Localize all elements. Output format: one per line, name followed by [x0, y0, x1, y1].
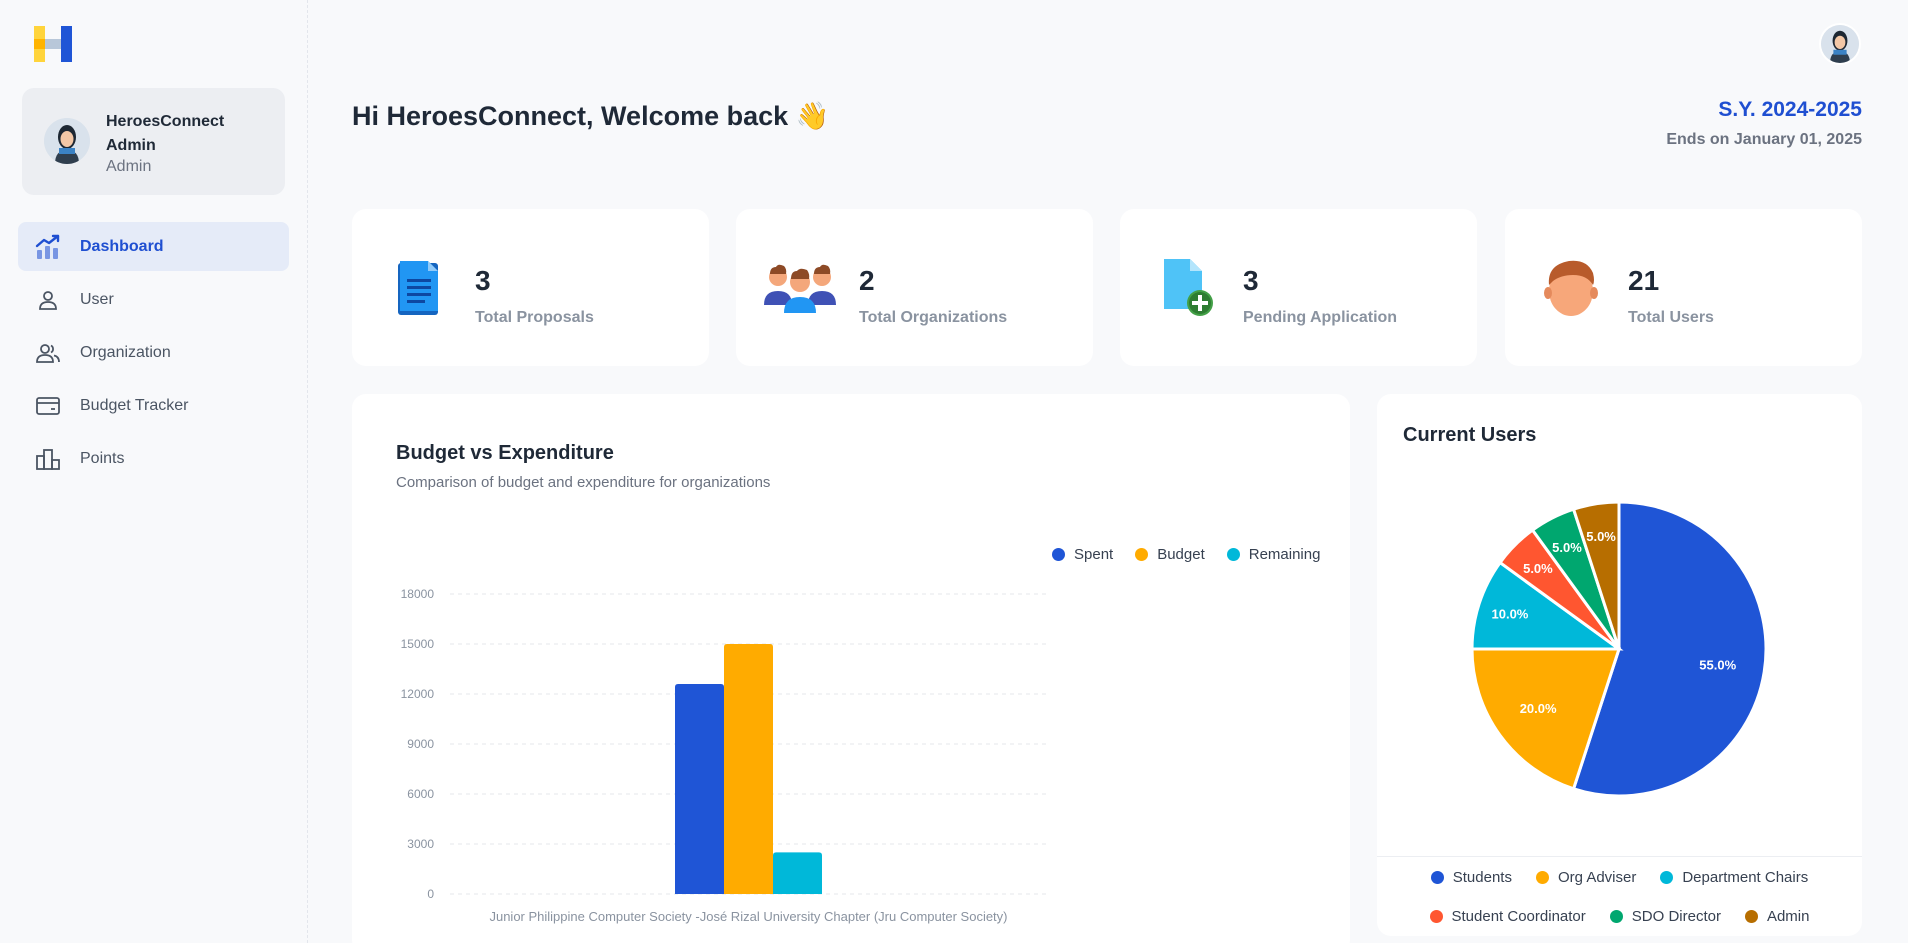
new-file-icon: [1164, 259, 1213, 316]
sidebar-item-user[interactable]: User: [18, 275, 289, 324]
podium-icon: [34, 445, 62, 473]
budget-chart-panel: Budget vs Expenditure Comparison of budg…: [352, 394, 1350, 943]
legend-dot: [1660, 871, 1674, 884]
legend-label: Org Adviser: [1557, 869, 1637, 886]
y-tick-label: 0: [427, 887, 434, 901]
sidebar-nav: Dashboard User Organization Budget Track…: [18, 222, 289, 487]
legend-item-org-adviser[interactable]: Org Adviser: [1535, 869, 1637, 886]
bar-budget[interactable]: [724, 644, 773, 894]
legend-label: Department Chairs: [1682, 869, 1809, 886]
legend-dot: [1744, 910, 1758, 923]
pie-legend-row-2: Student Coordinator SDO Director Admin: [1377, 908, 1862, 925]
profile-role: Admin: [106, 158, 152, 175]
group-icon: [764, 264, 836, 313]
stat-value: 3: [475, 265, 491, 296]
stat-value: 3: [1243, 265, 1259, 296]
logo-icon[interactable]: [34, 26, 72, 62]
stat-card-organizations[interactable]: 2 Total Organizations: [736, 209, 1093, 366]
y-tick-label: 18000: [401, 587, 435, 601]
legend-item-department-chairs[interactable]: Department Chairs: [1660, 869, 1808, 886]
face-icon: [1544, 260, 1598, 316]
legend-dot: [1535, 871, 1549, 884]
profile-card[interactable]: HeroesConnect Admin Admin: [22, 88, 285, 195]
sidebar-item-label: Points: [80, 449, 125, 467]
stat-label: Pending Application: [1243, 309, 1398, 326]
legend-label: Admin: [1766, 908, 1810, 925]
legend-item-student-coordinator[interactable]: Student Coordinator: [1429, 908, 1586, 925]
sidebar-item-budget-tracker[interactable]: Budget Tracker: [18, 381, 289, 430]
school-year-end: Ends on January 01, 2025: [1666, 131, 1862, 148]
pie-legend-row-1: Students Org Adviser Department Chairs: [1377, 869, 1862, 886]
sidebar: HeroesConnect Admin Admin Dashboard User…: [0, 0, 308, 943]
stat-label: Total Proposals: [475, 309, 594, 326]
stat-value: 2: [859, 265, 875, 296]
legend-label: SDO Director: [1631, 908, 1721, 925]
sidebar-item-label: Dashboard: [80, 237, 164, 255]
pie-value-label: 5.0%: [1586, 529, 1616, 544]
legend-dot: [1430, 871, 1444, 884]
pie-value-label: 20.0%: [1520, 701, 1557, 716]
stat-value: 21: [1628, 265, 1660, 296]
legend-label: Students: [1452, 869, 1512, 886]
profile-name: HeroesConnect Admin: [106, 113, 225, 154]
account-avatar[interactable]: [1821, 25, 1859, 63]
welcome-heading: Hi HeroesConnect, Welcome back 👋: [352, 101, 830, 131]
legend-item-admin[interactable]: Admin: [1744, 908, 1810, 925]
legend-dot: [1429, 910, 1443, 923]
stat-card-pending[interactable]: 3 Pending Application: [1120, 209, 1477, 366]
pie-value-label: 5.0%: [1552, 540, 1582, 555]
divider: [1377, 856, 1862, 857]
user-icon: [34, 286, 62, 314]
sidebar-item-label: Organization: [80, 343, 171, 361]
stat-card-proposals[interactable]: 3 Total Proposals: [352, 209, 709, 366]
trending-chart-icon: [34, 233, 62, 261]
sidebar-item-dashboard[interactable]: Dashboard: [18, 222, 289, 271]
sidebar-item-organization[interactable]: Organization: [18, 328, 289, 377]
avatar: [44, 118, 90, 164]
pie-value-label: 5.0%: [1523, 561, 1553, 576]
wallet-icon: [34, 392, 62, 420]
bar-spent[interactable]: [675, 684, 724, 894]
x-tick-label: Junior Philippine Computer Society -José…: [489, 909, 1007, 924]
stat-label: Total Organizations: [859, 309, 1008, 326]
stat-card-users[interactable]: 21 Total Users: [1505, 209, 1862, 366]
y-tick-label: 9000: [407, 737, 434, 751]
sidebar-item-label: User: [80, 290, 114, 308]
bar-chart: 0 3000 6000 9000 12000 15000 18000 Junior Phili…: [401, 587, 1047, 924]
y-tick-label: 15000: [401, 637, 435, 651]
legend-dot: [1609, 910, 1623, 923]
legend-item-sdo-director[interactable]: SDO Director: [1609, 908, 1721, 925]
y-tick-label: 12000: [401, 687, 435, 701]
y-tick-label: 3000: [407, 837, 434, 851]
stat-label: Total Users: [1628, 309, 1714, 326]
pie-chart: 55.0% 20.0% 10.0% 5.0% 5.0% 5.0%: [1470, 500, 1768, 798]
document-icon: [398, 261, 438, 315]
legend-label: Student Coordinator: [1451, 908, 1586, 925]
school-year: S.Y. 2024-2025: [1718, 98, 1862, 121]
users-chart-panel: Current Users 55.0% 20.0% 10.0% 5.0% 5.0% 5.0…: [1377, 394, 1862, 936]
sidebar-item-label: Budget Tracker: [80, 396, 189, 414]
pie-value-label: 55.0%: [1699, 658, 1736, 673]
people-icon: [34, 339, 62, 367]
legend-item-students[interactable]: Students: [1430, 869, 1512, 886]
y-tick-label: 6000: [407, 787, 434, 801]
sidebar-item-points[interactable]: Points: [18, 434, 289, 483]
bar-remaining[interactable]: [773, 852, 822, 894]
pie-value-label: 10.0%: [1492, 607, 1529, 622]
